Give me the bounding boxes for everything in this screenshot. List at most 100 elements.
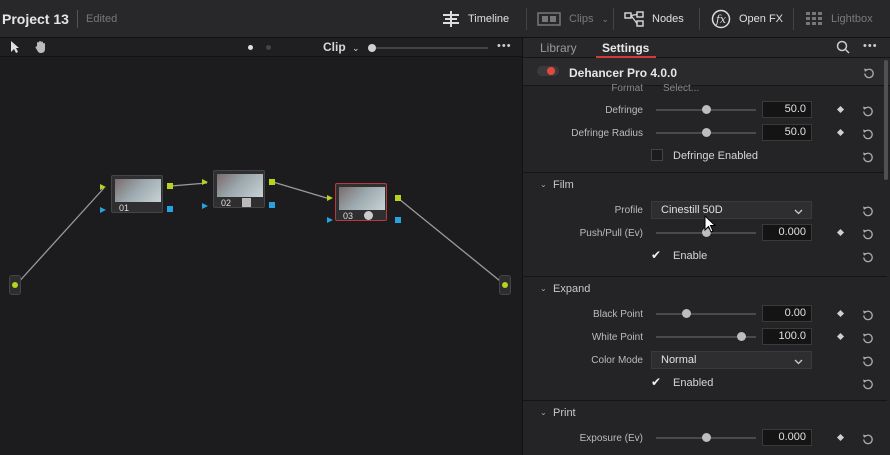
page-dot-active[interactable] <box>248 45 253 50</box>
openfx-label: Open FX <box>739 13 784 25</box>
node-fx-icon <box>242 198 251 207</box>
reset-icon[interactable] <box>862 250 874 263</box>
film-enable-checkbox[interactable]: ✔ <box>651 249 663 261</box>
print-section-title[interactable]: Print <box>553 407 576 419</box>
defringe-radius-label: Defringe Radius <box>571 128 643 139</box>
defringe-value[interactable]: 50.0 <box>762 101 812 118</box>
zoom-slider-knob[interactable] <box>368 44 376 52</box>
profile-dropdown[interactable]: Cinestill 50D <box>651 201 812 219</box>
nodes-icon <box>624 11 644 27</box>
defringe-slider-knob[interactable] <box>702 105 711 114</box>
node-label: 02 <box>221 198 232 208</box>
timeline-label: Timeline <box>468 13 510 25</box>
defringe-radius-value[interactable]: 50.0 <box>762 124 812 141</box>
node-editor-toolbar: Clip ⌄ ••• <box>0 38 522 57</box>
chevron-down-icon <box>794 206 803 218</box>
color-mode-value: Normal <box>661 354 697 366</box>
source-input[interactable] <box>9 275 21 295</box>
node-key-output-port[interactable] <box>395 217 401 223</box>
exposure-value[interactable]: 0.000 <box>762 429 812 446</box>
reset-icon[interactable] <box>862 104 874 117</box>
mode-label: Clip <box>323 40 346 54</box>
node-graph-canvas[interactable]: 01 02 03 <box>0 57 522 455</box>
lightbox-button[interactable]: Lightbox <box>805 8 873 30</box>
color-mode-label: Color Mode <box>591 355 643 366</box>
white-point-slider-knob[interactable] <box>737 332 746 341</box>
plugin-enable-toggle[interactable] <box>537 66 559 76</box>
chevron-down-icon: ⌄ <box>352 43 360 53</box>
tab-library[interactable]: Library <box>540 41 577 55</box>
chevron-down-icon[interactable]: ⌄ <box>540 408 547 417</box>
top-bar: Project 13 Edited Timeline Clips ⌄ Nodes… <box>0 0 890 38</box>
reset-icon[interactable] <box>862 227 874 240</box>
clips-icon <box>537 12 561 26</box>
panel-scrollbar[interactable] <box>884 60 888 180</box>
reset-icon[interactable] <box>862 377 874 390</box>
node-01[interactable]: 01 <box>111 175 163 213</box>
format-value: Select... <box>663 83 700 94</box>
format-label: Format <box>611 83 643 94</box>
search-icon[interactable] <box>836 40 850 59</box>
node-thumbnail <box>339 187 385 210</box>
reset-icon[interactable] <box>862 331 874 344</box>
clips-label: Clips <box>569 13 594 25</box>
reset-icon[interactable] <box>863 66 875 84</box>
black-point-slider[interactable] <box>656 313 756 315</box>
reset-icon[interactable] <box>862 150 874 163</box>
node-label: 03 <box>343 211 354 221</box>
node-output-port[interactable] <box>395 195 401 201</box>
reset-icon[interactable] <box>862 432 874 445</box>
chevron-down-icon[interactable]: ⌄ <box>540 180 547 189</box>
fx-icon: fx <box>711 9 731 29</box>
openfx-button[interactable]: fx Open FX <box>711 8 783 30</box>
tab-settings[interactable]: Settings <box>602 41 649 55</box>
mode-dropdown[interactable]: Clip ⌄ <box>323 40 360 54</box>
timeline-button[interactable]: Timeline <box>442 8 509 30</box>
clips-button[interactable]: Clips ⌄ <box>537 8 609 30</box>
white-point-value[interactable]: 100.0 <box>762 328 812 345</box>
pushpull-label: Push/Pull (Ev) <box>579 228 643 239</box>
node-03[interactable]: 03 <box>335 183 387 221</box>
node-output-port[interactable] <box>167 183 173 189</box>
nodes-label: Nodes <box>652 13 684 25</box>
black-point-value[interactable]: 0.00 <box>762 305 812 322</box>
toolbar-divider <box>613 8 614 30</box>
defringe-enabled-checkbox[interactable] <box>651 149 663 161</box>
node-thumbnail <box>115 179 161 202</box>
node-key-output-port[interactable] <box>167 206 173 212</box>
toolbar-divider <box>793 8 794 30</box>
pushpull-value[interactable]: 0.000 <box>762 224 812 241</box>
more-options-icon[interactable]: ••• <box>497 40 512 52</box>
zoom-slider[interactable] <box>368 44 488 52</box>
chevron-down-icon <box>794 356 803 368</box>
more-options-icon[interactable]: ••• <box>863 40 878 52</box>
film-enable-label: Enable <box>673 250 708 262</box>
node-output-port[interactable] <box>269 179 275 185</box>
reset-icon[interactable] <box>862 354 874 367</box>
reset-icon[interactable] <box>862 204 874 217</box>
black-point-slider-knob[interactable] <box>682 309 691 318</box>
chevron-down-icon: ⌄ <box>601 13 609 24</box>
node-02[interactable]: 02 <box>213 170 265 208</box>
panel-tabs: Library Settings ••• <box>523 38 890 58</box>
white-point-label: White Point <box>591 332 643 343</box>
expand-enabled-checkbox[interactable]: ✔ <box>651 376 663 388</box>
plugin-header: Dehancer Pro 4.0.0 <box>523 58 890 86</box>
node-label: 01 <box>119 203 130 213</box>
reset-icon[interactable] <box>862 308 874 321</box>
node-key-output-port[interactable] <box>269 202 275 208</box>
title-divider <box>77 10 78 28</box>
reset-icon[interactable] <box>862 127 874 140</box>
lightbox-label: Lightbox <box>831 13 873 25</box>
color-mode-dropdown[interactable]: Normal <box>651 351 812 369</box>
chevron-down-icon[interactable]: ⌄ <box>540 284 547 293</box>
output-endpoint[interactable] <box>499 275 511 295</box>
node-thumbnail <box>217 174 263 197</box>
film-section-title[interactable]: Film <box>553 179 574 191</box>
section-divider <box>523 172 887 173</box>
nodes-button[interactable]: Nodes <box>624 8 684 30</box>
defringe-radius-slider-knob[interactable] <box>702 128 711 137</box>
page-dot[interactable] <box>266 45 271 50</box>
exposure-slider-knob[interactable] <box>702 433 711 442</box>
expand-section-title[interactable]: Expand <box>553 283 590 295</box>
